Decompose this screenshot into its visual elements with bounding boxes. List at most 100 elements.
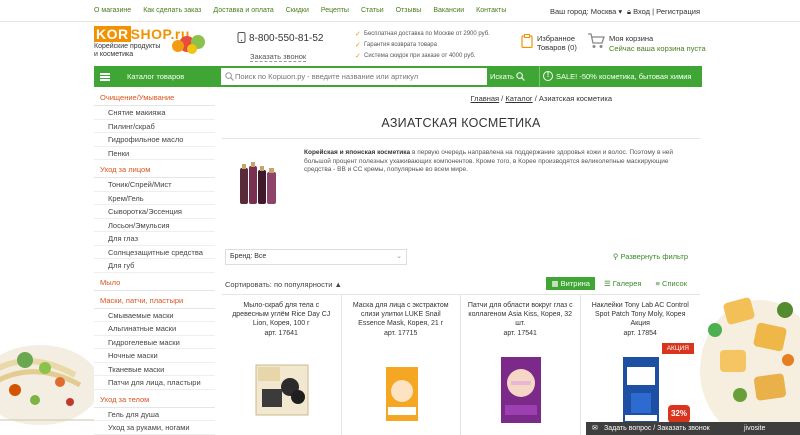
page-title: АЗИАТСКАЯ КОСМЕТИКА bbox=[381, 116, 541, 130]
sidebar-section-body-care[interactable]: Уход за телом bbox=[94, 390, 215, 408]
sidebar-item[interactable]: Ночные маски bbox=[94, 349, 215, 363]
sidebar-item[interactable]: Лосьон/Эмульсия bbox=[94, 219, 215, 232]
sidebar-section-soap[interactable]: Мыло bbox=[94, 273, 215, 291]
breadcrumb-home[interactable]: Главная bbox=[471, 94, 500, 103]
sale-banner-link[interactable]: SALE! -50% косметика, бытовая химия bbox=[539, 66, 691, 87]
cart-label: Моя корзина bbox=[609, 34, 654, 43]
category-sidebar: Очищение/Умывание Снятие макияжа Пилинг/… bbox=[94, 88, 215, 435]
product-name[interactable]: Патчи для области вокруг глаз с коллаген… bbox=[466, 301, 575, 328]
logo-tagline-2: и косметика bbox=[94, 51, 134, 58]
sale-label: SALE! -50% косметика, бытовая химия bbox=[556, 72, 692, 81]
sidebar-item[interactable]: Крем/Гель bbox=[94, 192, 215, 205]
search-button-label: Искать bbox=[490, 72, 514, 81]
product-image[interactable] bbox=[372, 353, 432, 425]
sidebar-item[interactable]: Пенки bbox=[94, 147, 215, 160]
gallery-icon: ☰ bbox=[603, 279, 611, 288]
phone-icon bbox=[237, 32, 246, 45]
product-card[interactable]: Наклейки Tony Lab AC Control Spot Patch … bbox=[581, 295, 701, 435]
sidebar-item[interactable]: Для глаз bbox=[94, 232, 215, 246]
sidebar-item[interactable]: Гидрофильное масло bbox=[94, 133, 215, 147]
sidebar-item[interactable]: Смываемые маски bbox=[94, 309, 215, 322]
product-name[interactable]: Маска для лица с экстрактом слизи улитки… bbox=[347, 301, 456, 328]
site-logo[interactable]: KOR SHOP.ru Корейские продукты и косметик… bbox=[94, 26, 214, 62]
sidebar-section-face-care[interactable]: Уход за лицом bbox=[94, 160, 215, 178]
callback-link[interactable]: Заказать звонок bbox=[250, 52, 307, 62]
view-grid-button[interactable]: ▦ Витрина bbox=[546, 277, 595, 290]
view-gallery-button[interactable]: ☰ Галерея bbox=[599, 277, 647, 290]
sidebar-item[interactable]: Гель для душа bbox=[94, 408, 215, 421]
sidebar-item[interactable]: Патчи для лица, пластыри bbox=[94, 376, 215, 390]
description-bold: Корейская и японская косметика bbox=[304, 149, 411, 156]
sidebar-item[interactable]: Тканевые маски bbox=[94, 363, 215, 376]
nav-link-discounts[interactable]: Скидки bbox=[286, 7, 309, 14]
sidebar-item[interactable]: Снятие макияжа bbox=[94, 106, 215, 120]
nav-link-contacts[interactable]: Контакты bbox=[476, 7, 506, 14]
favorites-link[interactable]: Избранное Товаров (0) bbox=[521, 34, 577, 52]
sidebar-item[interactable]: Солнцезащитные средства bbox=[94, 246, 215, 259]
sidebar-item[interactable]: Гидрогелевые маски bbox=[94, 336, 215, 349]
breadcrumb: Главная / Каталог / Азиатская косметика bbox=[471, 94, 612, 103]
ask-question-label: Задать вопрос / Заказать звонок bbox=[604, 425, 710, 432]
product-name[interactable]: Мыло-скраб для тела с древесным углём Ri… bbox=[227, 301, 336, 328]
user-icon: 🔒︎ bbox=[627, 7, 631, 16]
nav-link-reviews[interactable]: Отзывы bbox=[396, 7, 422, 14]
product-card[interactable]: Маска для лица с экстрактом слизи улитки… bbox=[342, 295, 461, 435]
product-card[interactable]: Мыло-скраб для тела с древесным углём Ri… bbox=[222, 295, 342, 435]
city-selector[interactable]: Ваш город: Москва ▾ bbox=[550, 7, 622, 16]
sidebar-item[interactable]: Сыворотка/Эссенция bbox=[94, 205, 215, 219]
nav-link-articles[interactable]: Статьи bbox=[361, 7, 384, 14]
search-icon bbox=[225, 72, 234, 81]
hamburger-icon bbox=[100, 73, 110, 81]
nav-link-about[interactable]: О магазине bbox=[94, 7, 131, 14]
login-register-link[interactable]: 🔒︎ Вход | Регистрация bbox=[627, 7, 700, 17]
catalog-button[interactable]: Каталог товаров bbox=[94, 66, 214, 87]
logo-tagline-1: Корейские продукты bbox=[94, 43, 161, 50]
jivosite-label: jivosite bbox=[744, 425, 766, 432]
breadcrumb-current: Азиатская косметика bbox=[538, 94, 612, 103]
background-food-left bbox=[0, 290, 95, 435]
sidebar-item[interactable]: Тоник/Спрей/Мист bbox=[94, 178, 215, 192]
search-input[interactable] bbox=[235, 68, 485, 85]
expand-filter-link[interactable]: ⚲ Развернуть фильтр bbox=[613, 252, 688, 261]
sort-selector[interactable]: Сортировать: по популярности ▲ bbox=[225, 280, 342, 289]
top-navigation: О магазине Как сделать заказ Доставка и … bbox=[0, 0, 800, 22]
nav-link-recipes[interactable]: Рецепты bbox=[321, 7, 349, 14]
expand-filter-label: Развернуть фильтр bbox=[620, 252, 688, 261]
category-description: Корейская и японская косметика в первую … bbox=[304, 149, 680, 175]
product-card[interactable]: Патчи для области вокруг глаз с коллаген… bbox=[461, 295, 581, 435]
cart-icon bbox=[588, 33, 605, 48]
sidebar-section-cleansing[interactable]: Очищение/Умывание bbox=[94, 88, 215, 106]
auth-label: Вход | Регистрация bbox=[633, 7, 701, 16]
ask-question-button[interactable]: ✉ Задать вопрос / Заказать звонок bbox=[586, 422, 730, 435]
product-sku: арт. 17641 bbox=[264, 330, 298, 337]
chevron-down-icon: ⌄ bbox=[396, 253, 402, 260]
breadcrumb-catalog[interactable]: Каталог bbox=[505, 94, 532, 103]
cart-link[interactable]: Моя корзина Сейчас ваша корзина пуста bbox=[587, 33, 706, 53]
product-image[interactable] bbox=[611, 353, 671, 425]
jivosite-chat-button[interactable]: jivosite bbox=[730, 422, 800, 435]
nav-link-how-to-order[interactable]: Как сделать заказ bbox=[143, 7, 201, 14]
perk-item: Бесплатная доставка по Москве от 2900 ру… bbox=[355, 29, 490, 40]
logo-kor: KOR bbox=[94, 26, 131, 42]
product-image[interactable] bbox=[491, 353, 551, 425]
sidebar-item[interactable]: Уход за руками, ногами bbox=[94, 421, 215, 435]
divider bbox=[222, 138, 700, 139]
sidebar-item[interactable]: Альгинатные маски bbox=[94, 322, 215, 336]
view-list-label: Список bbox=[662, 279, 687, 288]
nav-link-vacancies[interactable]: Вакансии bbox=[433, 7, 464, 14]
brand-filter-select[interactable]: Бренд: Все ⌄ bbox=[225, 249, 407, 265]
phone-number[interactable]: 8-800-550-81-52 bbox=[249, 33, 324, 44]
top-nav-links: О магазине Как сделать заказ Доставка и … bbox=[94, 7, 518, 14]
product-sku: арт. 17715 bbox=[384, 330, 418, 337]
sidebar-item[interactable]: Пилинг/скраб bbox=[94, 120, 215, 133]
product-image[interactable] bbox=[252, 353, 312, 425]
logo-fruit-icon bbox=[172, 35, 205, 54]
nav-link-delivery[interactable]: Доставка и оплата bbox=[213, 7, 273, 14]
main-toolbar: Каталог товаров Искать SALE! -50% космет… bbox=[94, 66, 702, 87]
perks-list: Бесплатная доставка по Москве от 2900 ру… bbox=[355, 29, 490, 62]
main-content: Главная / Каталог / Азиатская косметика … bbox=[222, 88, 700, 435]
sidebar-item[interactable]: Для губ bbox=[94, 259, 215, 273]
view-list-button[interactable]: ≡ Список bbox=[651, 277, 692, 290]
product-name[interactable]: Наклейки Tony Lab AC Control Spot Patch … bbox=[586, 301, 696, 328]
sidebar-section-masks[interactable]: Маски, патчи, пластыри bbox=[94, 291, 215, 309]
